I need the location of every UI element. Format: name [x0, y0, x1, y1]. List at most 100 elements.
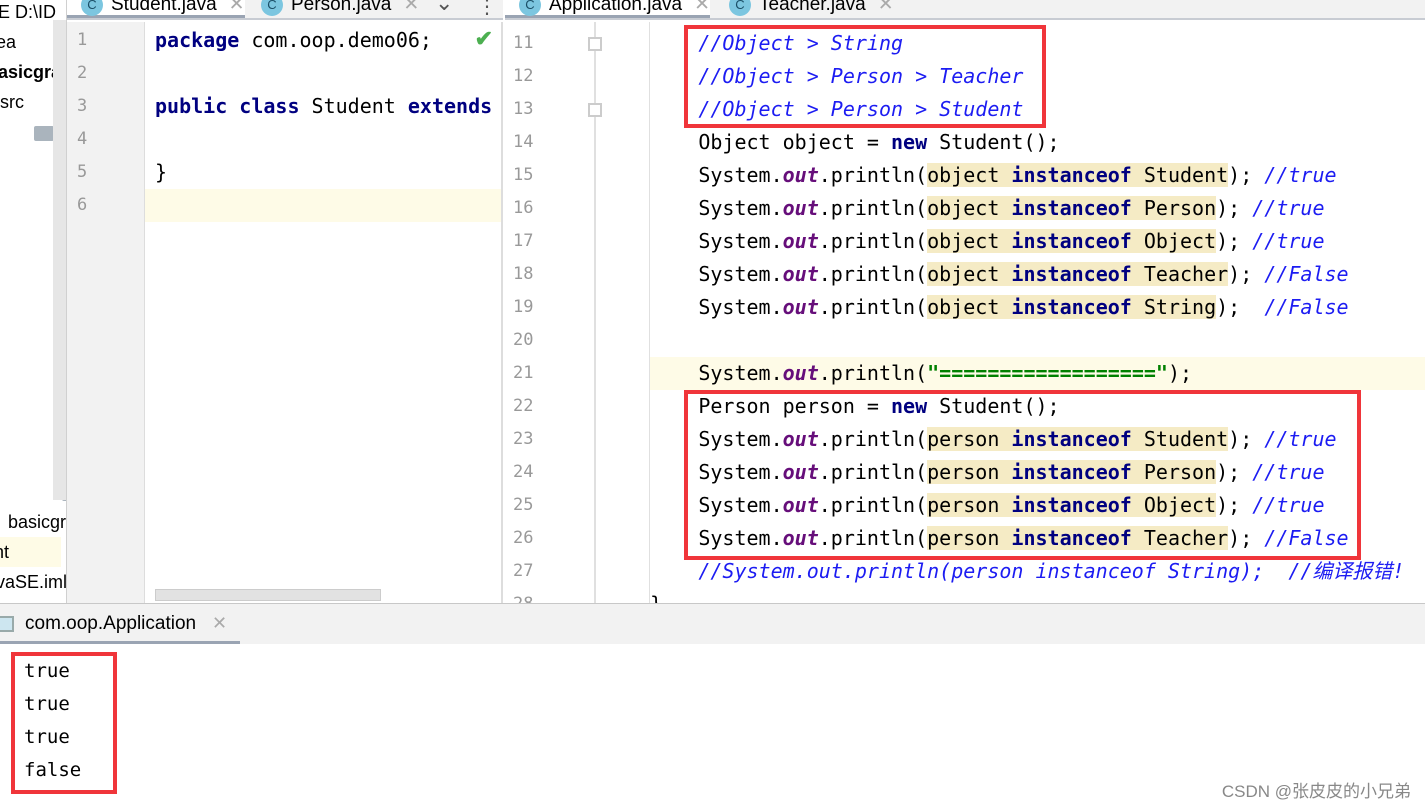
run-tab-bar: com.oop.Application ✕ [0, 604, 1425, 644]
tree-item[interactable]: ea [0, 27, 16, 57]
run-tab[interactable]: com.oop.Application ✕ [0, 604, 240, 644]
code-token: System. [602, 196, 783, 220]
code-token: //False [1264, 295, 1349, 319]
code-token: instanceof [1011, 262, 1132, 286]
tree-item-label: nt [0, 542, 10, 562]
code-token: //System.out.println(person instanceof S… [698, 559, 1405, 583]
class-icon: C [261, 0, 283, 16]
code-line: public class Student extends [155, 90, 501, 123]
line-number: 2 [77, 63, 88, 83]
tree-item-label: ea [0, 32, 17, 52]
tree-item-label: src [0, 92, 24, 112]
code-token: //true [1252, 229, 1325, 253]
code-token: System. [602, 361, 783, 385]
code-token: out [782, 196, 819, 220]
code-token: Object object = [602, 130, 891, 154]
code-token: out [782, 163, 819, 187]
annotation-box [684, 25, 1046, 128]
more-icon[interactable]: ⋮ [477, 0, 497, 18]
code-token: "==================" [927, 361, 1168, 385]
code-token: System. [602, 295, 783, 319]
tree-item-label: E D:\ID [0, 2, 57, 22]
code-token: } [602, 592, 662, 603]
tree-item[interactable]: nt [0, 537, 61, 567]
code-token: .println( [818, 229, 928, 253]
line-number: 23 [513, 429, 534, 449]
code-token: ); [1216, 196, 1253, 220]
code-token: object [927, 229, 1012, 253]
close-icon[interactable]: ✕ [403, 0, 419, 15]
line-number: 26 [513, 528, 534, 548]
line-number: 13 [513, 99, 534, 119]
line-number: 17 [513, 231, 534, 251]
code-token: Object [1131, 229, 1217, 253]
tree-item[interactable]: src [0, 87, 24, 117]
code-token: System. [602, 229, 783, 253]
tree-scrollbar[interactable] [53, 20, 66, 500]
annotation-box [684, 390, 1361, 560]
code-token: ); [1228, 262, 1265, 286]
code-token: out [782, 361, 819, 385]
code-token: System. [602, 163, 783, 187]
code-line: } [155, 156, 501, 189]
line-number: 25 [513, 495, 534, 515]
close-icon[interactable]: ✕ [878, 0, 894, 15]
left-editor[interactable]: ✔ 1 package com.oop.demo06; 2 3 public class… [67, 22, 503, 603]
fold-collapse-icon[interactable] [588, 37, 602, 51]
code-token: out [782, 262, 819, 286]
line-number: 6 [77, 195, 88, 215]
code-token: object [927, 262, 1012, 286]
code-token: instanceof [1011, 163, 1132, 187]
close-icon[interactable]: ✕ [229, 0, 245, 15]
tree-item-label: vaSE.iml [0, 572, 67, 592]
close-icon[interactable]: ✕ [212, 613, 227, 634]
line-number: 4 [77, 129, 88, 149]
watermark: CSDN @张皮皮的小兄弟 [1221, 782, 1411, 801]
editor-tab[interactable]: C Student.java ✕ [67, 0, 245, 18]
tree-item[interactable]: basicgr [8, 507, 66, 537]
line-number: 18 [513, 264, 534, 284]
code-token: object [927, 196, 1012, 220]
tab-label: Student.java [111, 0, 217, 15]
line-number: 3 [77, 96, 88, 116]
horizontal-scrollbar[interactable] [155, 589, 381, 601]
line-number: 15 [513, 165, 534, 185]
code-token: .println( [818, 163, 928, 187]
tab-label: Teacher.java [759, 0, 866, 15]
class-icon: C [81, 0, 103, 16]
code-token: } [155, 160, 168, 184]
folder-icon [34, 125, 54, 141]
code-token: .println( [818, 295, 928, 319]
tree-item[interactable]: E D:\ID [0, 0, 56, 27]
code-token: com.oop.demo06; [239, 28, 432, 52]
line-number: 19 [513, 297, 534, 317]
editor-tab[interactable]: C Application.java ✕ [505, 0, 711, 18]
line-number: 21 [513, 363, 534, 383]
line-number: 16 [513, 198, 534, 218]
tree-item[interactable]: vaSE.iml [0, 567, 67, 597]
editor-tab[interactable]: C Teacher.java ✕ [715, 0, 894, 18]
code-token: class [239, 94, 300, 118]
code-token: Student [299, 94, 408, 118]
close-icon[interactable]: ✕ [694, 0, 710, 15]
console-icon [0, 616, 14, 632]
tree-item-label: basicgr [8, 512, 67, 532]
code-token: //true [1264, 163, 1337, 187]
left-tab-bar: C Student.java ✕ C Person.java ✕ ⌄ ⋮ [67, 0, 503, 20]
fold-end-icon[interactable] [588, 103, 602, 117]
code-token: object [927, 295, 1012, 319]
line-number: 14 [513, 132, 534, 152]
code-token: .println( [818, 196, 928, 220]
line-number: 5 [77, 162, 88, 182]
code-token: public [155, 94, 228, 118]
tabs-dropdown-icon[interactable]: ⌄ [435, 0, 453, 16]
line-number: 22 [513, 396, 534, 416]
code-line: package com.oop.demo06; [155, 24, 501, 57]
line-number: 11 [513, 33, 534, 53]
code-token: ); [1228, 163, 1265, 187]
right-tab-bar: C Application.java ✕ C Teacher.java ✕ [505, 0, 1425, 20]
editor-tab[interactable]: C Person.java ✕ [247, 0, 419, 18]
